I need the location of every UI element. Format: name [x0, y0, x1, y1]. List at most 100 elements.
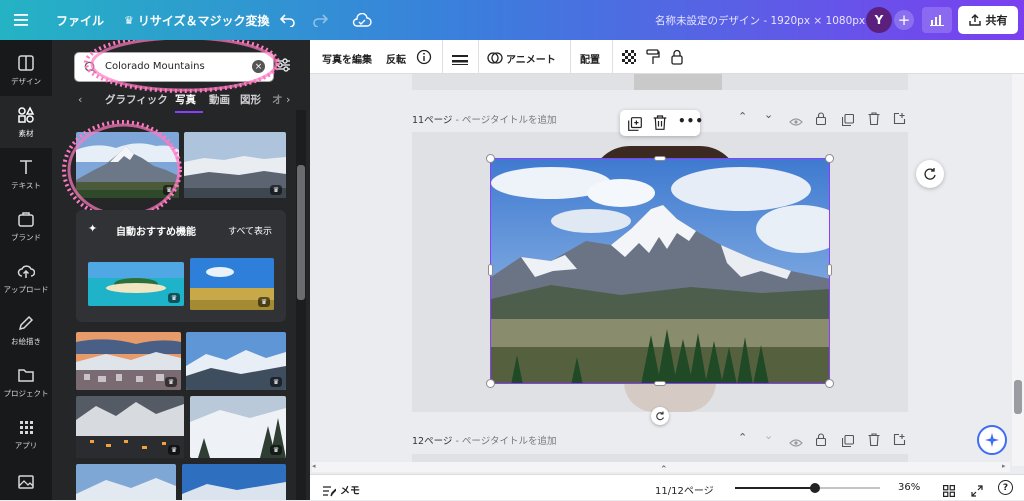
zoom-slider-knob[interactable]	[809, 483, 820, 493]
avatar-letter: Y	[866, 7, 892, 33]
resize-handle-top-left[interactable]	[486, 154, 495, 163]
zoom-level[interactable]: 36%	[898, 482, 920, 493]
paint-roller-icon[interactable]	[646, 49, 660, 69]
rail-item-brand[interactable]: ブランド	[0, 200, 52, 252]
tab-more[interactable]: オ	[272, 92, 283, 107]
invite-button[interactable]: +	[894, 0, 914, 40]
resize-handle-bottom-right[interactable]	[825, 379, 834, 388]
grid-view-icon[interactable]	[943, 482, 955, 501]
canvas-scrollbar[interactable]	[1012, 74, 1024, 466]
photo-thumbnail[interactable]: ♛	[190, 396, 286, 458]
rail-label: プロジェクト	[3, 388, 49, 398]
page-12-title-placeholder[interactable]: - ページタイトルを追加	[455, 436, 556, 447]
insights-button[interactable]	[922, 0, 952, 40]
magic-refresh-button[interactable]	[916, 160, 944, 188]
page-up-icon[interactable]: ⌃	[738, 110, 747, 123]
resize-handle-left[interactable]	[488, 264, 493, 276]
rail-item-uploads[interactable]: アップロード	[0, 252, 52, 304]
rotate-handle[interactable]	[651, 407, 669, 425]
page-10-bottom[interactable]	[412, 74, 908, 90]
info-icon[interactable]	[416, 49, 432, 69]
delete-page-icon[interactable]	[868, 431, 880, 450]
rail-item-draw[interactable]: お絵描き	[0, 304, 52, 356]
redo-icon[interactable]	[312, 0, 328, 40]
scroll-left-arrow[interactable]: ◂	[312, 462, 320, 472]
suggested-photo-thumbnail[interactable]: ♛	[88, 262, 184, 306]
menu-icon[interactable]	[14, 0, 28, 40]
resize-handle-top[interactable]	[654, 156, 666, 161]
rail-item-photos[interactable]	[0, 468, 52, 500]
add-page-icon[interactable]	[893, 431, 906, 450]
photo-thumbnail[interactable]: ♛	[184, 132, 286, 198]
more-options-icon[interactable]: •••	[678, 114, 704, 128]
fullscreen-icon[interactable]	[971, 482, 983, 501]
rail-item-elements[interactable]: 素材	[0, 96, 52, 148]
page-lock-icon[interactable]	[815, 110, 827, 129]
rail-item-text[interactable]: テキスト	[0, 148, 52, 200]
zoom-slider[interactable]	[735, 483, 880, 493]
rail-label: お絵描き	[11, 336, 41, 346]
tabs-next-icon[interactable]: ›	[286, 93, 290, 106]
delete-element-icon[interactable]	[653, 115, 667, 134]
resize-button[interactable]: ♛ リサイズ＆マジック変換	[124, 0, 270, 40]
page-counter[interactable]: 11/12ページ	[655, 482, 714, 497]
help-icon[interactable]: ?	[998, 480, 1013, 495]
rail-item-projects[interactable]: プロジェクト	[0, 356, 52, 408]
lock-icon[interactable]	[671, 49, 683, 69]
resize-handle-top-right[interactable]	[825, 154, 834, 163]
document-title[interactable]: 名称未設定のデザイン - 1920px × 1080px	[655, 0, 865, 40]
transparency-icon[interactable]	[622, 50, 636, 64]
page-11-label[interactable]: 11ページ - ページタイトルを追加	[412, 112, 557, 126]
animate-button[interactable]: アニメート	[506, 51, 556, 66]
photo-thumbnail[interactable]: ♛	[76, 396, 184, 458]
notes-icon[interactable]	[322, 482, 337, 501]
page-up-icon[interactable]: ⌃	[738, 431, 747, 444]
page-lock-icon[interactable]	[815, 431, 827, 450]
tabs-prev-icon[interactable]: ‹	[78, 93, 82, 106]
rail-item-apps[interactable]: アプリ	[0, 408, 52, 460]
photo-thumbnail[interactable]: ♛	[186, 332, 286, 390]
tab-graphics[interactable]: グラフィック	[105, 92, 168, 107]
magic-assistant-button[interactable]	[977, 425, 1007, 455]
selected-photo[interactable]	[490, 158, 830, 384]
page-11-title-placeholder[interactable]: - ページタイトルを追加	[455, 115, 556, 126]
tab-shapes[interactable]: 図形	[240, 92, 261, 107]
flip-button[interactable]: 反転	[386, 51, 406, 66]
position-button[interactable]: 配置	[580, 51, 600, 66]
page-down-icon[interactable]: ⌄	[764, 108, 773, 121]
cloud-save-icon[interactable]	[352, 0, 372, 40]
resize-handle-bottom-left[interactable]	[486, 379, 495, 388]
edit-photo-button[interactable]: 写真を編集	[322, 51, 372, 66]
rail-item-design[interactable]: デザイン	[0, 44, 52, 96]
share-button[interactable]: 共有	[958, 0, 1018, 40]
rail-label: テキスト	[11, 180, 41, 190]
photo-thumbnail[interactable]	[76, 464, 176, 500]
duplicate-page-icon[interactable]	[841, 432, 855, 451]
resize-handle-right[interactable]	[827, 264, 832, 276]
page-down-icon[interactable]: ⌄	[764, 429, 773, 442]
resize-handle-bottom[interactable]	[654, 381, 666, 386]
page-11-number: 11ページ	[412, 115, 453, 126]
add-page-icon[interactable]	[893, 110, 906, 129]
hide-page-icon[interactable]	[789, 112, 803, 131]
undo-icon[interactable]	[280, 0, 296, 40]
photo-thumbnail[interactable]	[182, 464, 286, 500]
suggestions-section: ✦ 自動おすすめ機能 すべて表示 ♛ ♛	[76, 210, 286, 322]
see-all-link[interactable]: すべて表示	[228, 224, 272, 237]
duplicate-element-icon[interactable]	[628, 116, 642, 135]
scroll-right-arrow[interactable]: ▸	[1002, 462, 1010, 472]
suggested-photo-thumbnail[interactable]: ♛	[190, 258, 274, 310]
delete-page-icon[interactable]	[868, 110, 880, 129]
file-menu[interactable]: ファイル	[56, 0, 104, 40]
duplicate-page-icon[interactable]	[841, 111, 855, 130]
notes-button[interactable]: メモ	[340, 482, 360, 497]
hide-page-icon[interactable]	[789, 433, 803, 452]
tab-photos[interactable]: 写真	[175, 92, 196, 107]
page-12-label[interactable]: 12ページ - ページタイトルを追加	[412, 433, 557, 447]
photo-thumbnail[interactable]: ♛	[76, 332, 181, 390]
border-style-icon[interactable]	[452, 51, 468, 70]
avatar[interactable]: Y	[866, 0, 892, 40]
canvas-scrollbar-thumb[interactable]	[1014, 380, 1022, 414]
tab-videos[interactable]: 動画	[209, 92, 230, 107]
panel-scrollbar-thumb[interactable]	[297, 165, 305, 300]
